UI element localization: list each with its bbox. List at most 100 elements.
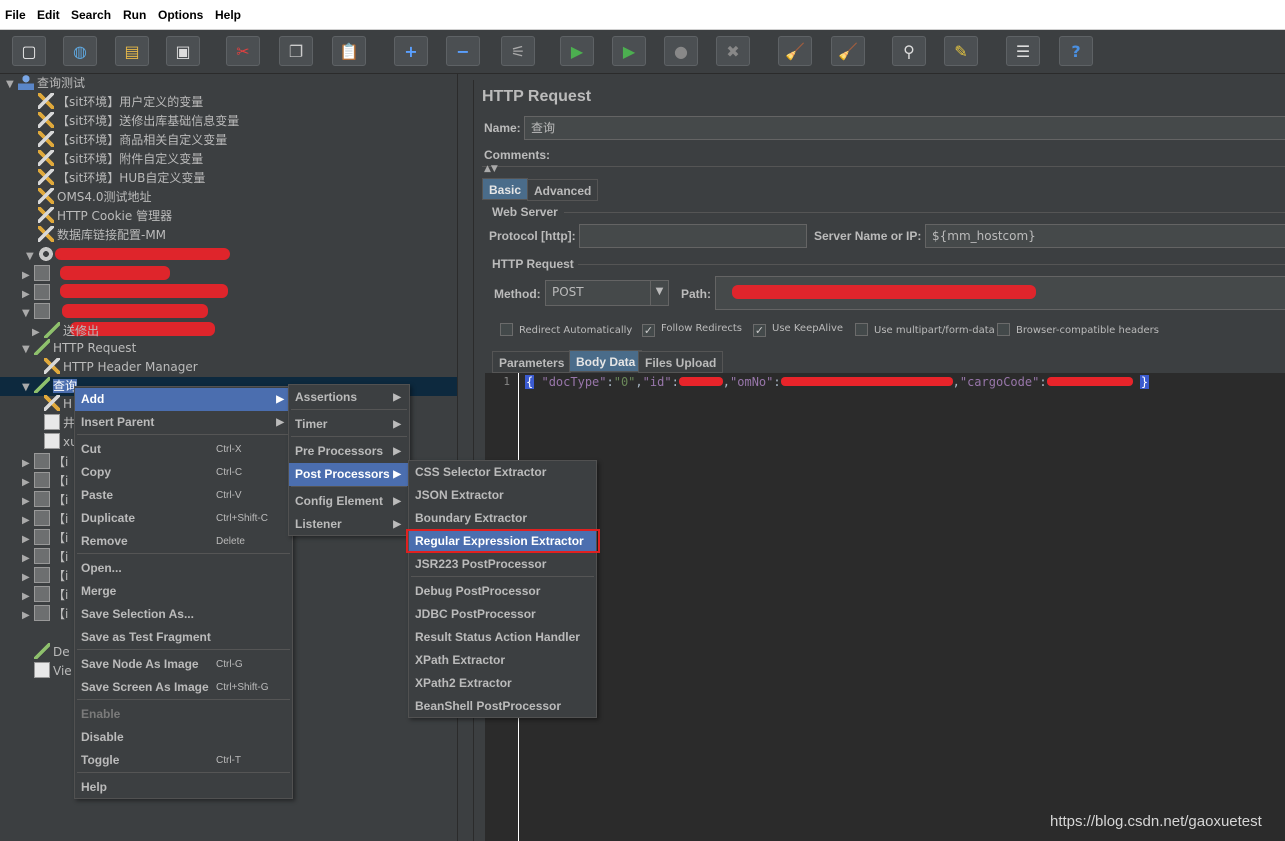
path-field[interactable] [715, 276, 1285, 310]
menu-item-toggle[interactable]: Toggle Ctrl-T [75, 749, 292, 772]
add-menu-item-listener[interactable]: Listener ▶ [289, 513, 409, 536]
stop-icon[interactable]: ● [664, 36, 698, 66]
start-icon[interactable]: ▶ [560, 36, 594, 66]
tree-node[interactable]: ▶ 【i [22, 453, 68, 472]
search-icon[interactable]: ⚲ [892, 36, 926, 66]
checkbox-option[interactable]: ✓ Use KeepAlive [753, 323, 843, 337]
menu-edit[interactable]: Edit [37, 8, 60, 22]
menu-item-disable[interactable]: Disable [75, 726, 292, 749]
tree-node[interactable]: 井 [32, 414, 75, 433]
menu-search[interactable]: Search [71, 8, 111, 22]
checkbox-checked-icon[interactable]: ✓ [642, 324, 655, 337]
function-helper-icon[interactable]: ☰ [1006, 36, 1040, 66]
templates-icon[interactable]: ◍ [63, 36, 97, 66]
add-menu-item-pre-processors[interactable]: Pre Processors ▶ [289, 440, 409, 463]
collapse-toggle-icon[interactable]: ▶ [22, 473, 34, 492]
open-icon[interactable]: ▤ [115, 36, 149, 66]
menu-options[interactable]: Options [158, 8, 203, 22]
menu-item-merge[interactable]: Merge [75, 580, 292, 603]
menu-item-open[interactable]: Open... [75, 557, 292, 580]
shutdown-icon[interactable]: ✖ [716, 36, 750, 66]
toggle-icon[interactable]: ⚟ [501, 36, 535, 66]
tree-node[interactable]: H [32, 395, 72, 414]
collapse-toggle-icon[interactable]: ▶ [22, 568, 34, 587]
paste-icon[interactable]: 📋 [332, 36, 366, 66]
post-menu-item-json-extractor[interactable]: JSON Extractor [409, 484, 596, 507]
tree-node[interactable]: ▶ [22, 284, 53, 303]
menu-item-save-as-test-fragment[interactable]: Save as Test Fragment [75, 626, 292, 649]
add-menu-item-post-processors[interactable]: Post Processors ▶ [289, 463, 409, 486]
menu-item-paste[interactable]: Paste Ctrl-V [75, 484, 292, 507]
tree-node[interactable]: HTTP Cookie 管理器 [26, 207, 172, 226]
tree-node[interactable]: HTTP Header Manager [32, 358, 198, 377]
menu-item-add[interactable]: Add ▶ [75, 388, 292, 411]
reset-search-icon[interactable]: ✎ [944, 36, 978, 66]
checkbox-unchecked-icon[interactable] [997, 323, 1010, 336]
tree-node[interactable]: ▶ 【i [22, 605, 68, 624]
collapse-toggle-icon[interactable]: ▶ [22, 511, 34, 530]
chevron-down-icon[interactable]: ▼ [650, 281, 668, 305]
tree-node[interactable]: ▶ 【i [22, 548, 68, 567]
tree-node[interactable]: ▶ [22, 265, 53, 284]
save-icon[interactable]: ▣ [166, 36, 200, 66]
method-select[interactable]: POST ▼ [545, 280, 669, 306]
post-menu-item-jsr223-postprocessor[interactable]: JSR223 PostProcessor [409, 553, 596, 576]
tree-node[interactable]: ▶ 【i [22, 510, 68, 529]
tree-node[interactable]: ▶ 【i [22, 491, 68, 510]
tree-node[interactable]: OMS4.0测试地址 [26, 188, 152, 207]
expand-toggle-icon[interactable]: ▼ [22, 304, 34, 323]
clear-icon[interactable]: 🧹 [778, 36, 812, 66]
menu-item-duplicate[interactable]: Duplicate Ctrl+Shift-C [75, 507, 292, 530]
tree-node[interactable]: ▶ 【i [22, 586, 68, 605]
add-menu-item-config-element[interactable]: Config Element ▶ [289, 490, 409, 513]
menu-item-save-selection-as[interactable]: Save Selection As... [75, 603, 292, 626]
post-menu-item-beanshell-postprocessor[interactable]: BeanShell PostProcessor [409, 695, 596, 718]
tree-node[interactable]: 【sit环境】HUB自定义变量 [26, 169, 205, 188]
post-menu-item-result-status-action-handler[interactable]: Result Status Action Handler [409, 626, 596, 649]
menu-item-remove[interactable]: Remove Delete [75, 530, 292, 553]
tree-node[interactable]: ▶ 【i [22, 529, 68, 548]
tree-node[interactable]: xu [32, 433, 78, 452]
post-menu-item-xpath-extractor[interactable]: XPath Extractor [409, 649, 596, 672]
server-field[interactable]: ${mm_hostcom} [925, 224, 1285, 248]
expand-toggle-icon[interactable]: ▼ [22, 340, 34, 359]
tree-node[interactable]: De [22, 643, 70, 662]
post-menu-item-xpath2-extractor[interactable]: XPath2 Extractor [409, 672, 596, 695]
menu-help[interactable]: Help [215, 8, 241, 22]
new-icon[interactable]: ▢ [12, 36, 46, 66]
tab-body-data[interactable]: Body Data [569, 350, 643, 372]
menu-item-copy[interactable]: Copy Ctrl-C [75, 461, 292, 484]
menu-item-enable[interactable]: Enable [75, 703, 292, 726]
collapse-toggle-icon[interactable]: ▶ [22, 266, 34, 285]
menu-item-insert-parent[interactable]: Insert Parent ▶ [75, 411, 292, 434]
body-data-editor[interactable]: 1 { "docType":"0","id": ,"omNo": ,"cargoCo… [485, 373, 1285, 841]
post-menu-item-jdbc-postprocessor[interactable]: JDBC PostProcessor [409, 603, 596, 626]
collapse-toggle-icon[interactable]: ▶ [22, 530, 34, 549]
menu-item-cut[interactable]: Cut Ctrl-X [75, 438, 292, 461]
add-menu-item-assertions[interactable]: Assertions ▶ [289, 386, 409, 409]
checkbox-option[interactable]: ✓ Follow Redirects [642, 323, 742, 337]
tab-basic[interactable]: Basic [482, 178, 529, 200]
collapse-toggle-icon[interactable]: ▶ [22, 285, 34, 304]
menu-item-help[interactable]: Help [75, 776, 292, 799]
collapse-icon[interactable]: − [446, 36, 480, 66]
collapse-toggle-icon[interactable]: ▶ [22, 549, 34, 568]
menu-file[interactable]: File [5, 8, 26, 22]
tree-node[interactable]: 【sit环境】送修出库基础信息变量 [26, 112, 239, 131]
tree-node[interactable]: ▶ 【i [22, 472, 68, 491]
checkbox-checked-icon[interactable]: ✓ [753, 324, 766, 337]
tab-parameters[interactable]: Parameters [492, 351, 572, 373]
tree-node[interactable]: Vie [22, 662, 72, 681]
tree-node[interactable]: ▼ HTTP Request [22, 339, 136, 358]
tree-node[interactable]: 【sit环境】用户定义的变量 [26, 93, 203, 112]
expand-toggle-icon[interactable]: ▼ [6, 75, 18, 94]
tree-node[interactable]: 数据库链接配置-MM [26, 226, 166, 245]
tree-node[interactable]: 【sit环境】附件自定义变量 [26, 150, 203, 169]
protocol-field[interactable] [579, 224, 807, 248]
tree-node[interactable]: ▼ 查询测试 [6, 74, 85, 93]
collapse-toggle-icon[interactable]: ▶ [22, 492, 34, 511]
add-menu-item-timer[interactable]: Timer ▶ [289, 413, 409, 436]
tree-node[interactable]: 【sit环境】商品相关自定义变量 [26, 131, 227, 150]
post-menu-item-boundary-extractor[interactable]: Boundary Extractor [409, 507, 596, 530]
post-menu-item-css-selector-extractor[interactable]: CSS Selector Extractor [409, 461, 596, 484]
